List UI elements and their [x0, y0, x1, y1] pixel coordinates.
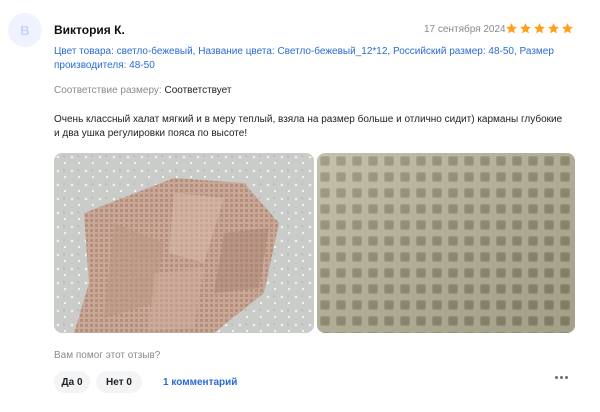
star-icon: [562, 23, 573, 34]
helpful-no-button[interactable]: Нет 0: [96, 371, 142, 393]
author-name: Виктория К.: [54, 23, 125, 37]
star-icon: [520, 23, 531, 34]
photo-waffle-fabric-closeup: [317, 153, 575, 333]
helpful-question: Вам помог этот отзыв?: [54, 350, 161, 361]
review-photo-robe[interactable]: [54, 153, 314, 333]
review-date: 17 сентября 2024: [424, 24, 506, 35]
star-icon: [534, 23, 545, 34]
review-photo-fabric[interactable]: [317, 153, 575, 333]
more-dot: [565, 376, 568, 379]
avatar: В: [8, 13, 42, 47]
photo-beige-waffle-robe-on-bed: [54, 153, 314, 333]
product-properties: Цвет товара: светло-бежевый, Название цв…: [54, 46, 554, 71]
size-fit-value: Соответствует: [164, 85, 232, 96]
star-icon: [506, 23, 517, 34]
size-fit: Соответствие размеру: Соответствует: [54, 85, 231, 96]
rating-stars: [505, 22, 574, 35]
review-text: Очень классный халат мягкий и в меру теп…: [54, 114, 563, 139]
helpful-yes-button[interactable]: Да 0: [54, 371, 90, 393]
more-dots-icon[interactable]: [555, 376, 568, 379]
size-fit-label: Соответствие размеру:: [54, 85, 162, 96]
comments-link[interactable]: 1 комментарий: [163, 377, 237, 388]
more-dot: [560, 376, 563, 379]
star-icon: [548, 23, 559, 34]
more-dot: [555, 376, 558, 379]
